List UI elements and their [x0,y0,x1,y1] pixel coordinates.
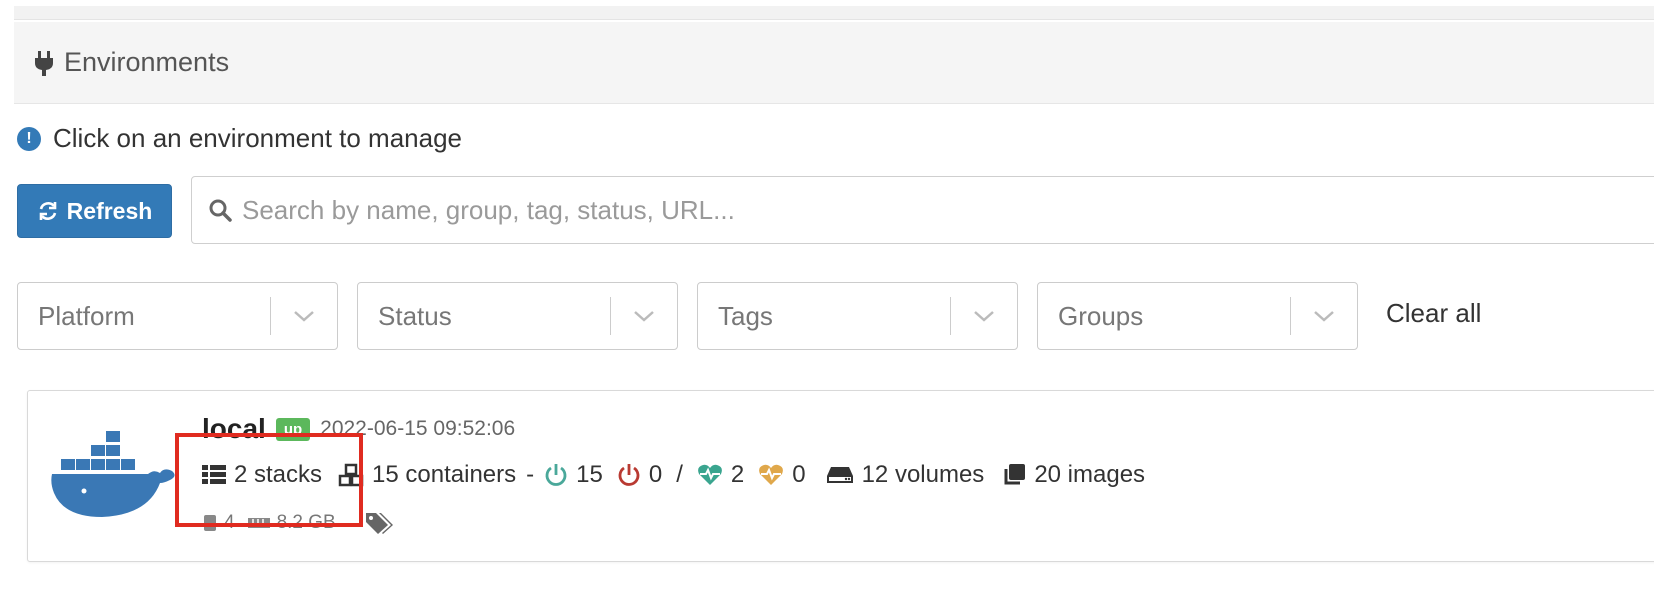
environment-stats: 2 stacks 15 containers - 15 0 / 2 0 12 v… [202,461,1145,489]
heartbeat-unhealthy-icon [758,464,784,486]
groups-filter[interactable]: Groups [1037,282,1358,350]
info-row: ! Click on an environment to manage [17,123,462,154]
search-icon [209,199,232,222]
tags-filter[interactable]: Tags [697,282,1018,350]
chevron-down-icon [951,310,1017,322]
images-count: 20 images [1034,461,1146,488]
search-box[interactable] [191,176,1654,244]
volumes-count: 12 volumes [861,461,985,488]
tags-filter-label: Tags [718,300,773,331]
chevron-down-icon [271,310,337,322]
groups-filter-label: Groups [1058,300,1144,331]
containers-count: 15 containers [372,461,517,488]
cpu-count: 4 [224,512,235,533]
status-filter[interactable]: Status [357,282,678,350]
status-filter-label: Status [378,300,452,331]
volumes-icon [826,465,854,485]
heartbeat-healthy-icon [697,464,723,486]
plug-icon [34,49,54,77]
cpu-icon [202,513,218,533]
environment-card[interactable]: local up 2022-06-15 09:52:06 2 stacks 15… [27,390,1654,562]
status-badge: up [275,417,311,441]
containers-icon [338,463,364,487]
platform-filter-label: Platform [38,300,135,331]
memory-icon [247,515,271,531]
tags-icon [364,511,394,535]
environment-meta: 4 8.2 GB [202,511,400,535]
clear-all-button[interactable]: Clear all [1386,298,1481,329]
section-title: Environments [64,47,230,77]
stacks-count: 2 stacks [234,461,323,488]
exclamation-circle-icon: ! [17,126,41,151]
refresh-label: Refresh [66,197,153,224]
memory-size: 8.2 GB [276,512,336,533]
running-count: 15 [576,461,603,488]
environment-name-row: local up 2022-06-15 09:52:06 [202,413,515,445]
search-input[interactable] [242,194,1442,226]
stats-dash: - [526,461,535,488]
refresh-icon [39,202,56,220]
stacks-icon [202,465,226,485]
stats-slash: / [676,461,683,488]
power-off-icon [617,463,641,487]
healthy-count: 2 [730,461,745,488]
docker-icon [50,427,180,524]
top-strip [14,6,1654,20]
chevron-down-icon [1291,310,1357,322]
power-on-icon [544,463,568,487]
unhealthy-count: 0 [792,461,806,488]
platform-filter[interactable]: Platform [17,282,338,350]
chevron-down-icon [611,310,677,322]
stopped-count: 0 [648,461,663,488]
environment-timestamp: 2022-06-15 09:52:06 [320,417,516,440]
images-icon [1002,463,1026,487]
refresh-button[interactable]: Refresh [17,184,172,238]
info-text: Click on an environment to manage [53,123,463,153]
environments-header: Environments [14,22,1654,104]
environment-name: local [202,413,266,444]
